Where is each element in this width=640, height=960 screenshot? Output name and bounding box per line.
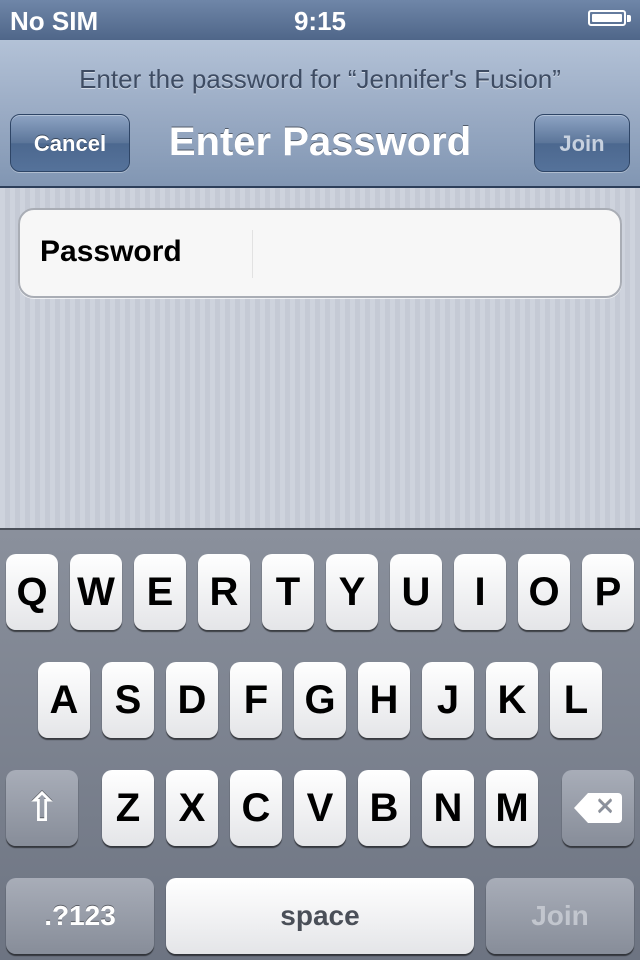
battery-icon [588,10,631,26]
key-k[interactable]: K [486,662,538,738]
key-r[interactable]: R [198,554,250,630]
key-l[interactable]: L [550,662,602,738]
key-g[interactable]: G [294,662,346,738]
main-content: Password [0,188,640,528]
key-v[interactable]: V [294,770,346,846]
key-z[interactable]: Z [102,770,154,846]
backspace-icon: ✕ [574,793,622,823]
key-a[interactable]: A [38,662,90,738]
key-d[interactable]: D [166,662,218,738]
key-o[interactable]: O [518,554,570,630]
shift-key[interactable]: ⇧ [6,770,78,846]
field-divider [252,230,253,278]
key-q[interactable]: Q [6,554,58,630]
key-p[interactable]: P [582,554,634,630]
clock: 9:15 [293,6,347,36]
password-label: Password [40,235,182,268]
key-b[interactable]: B [358,770,410,846]
battery-level [592,14,622,22]
keyboard-join-key[interactable]: Join [486,878,634,954]
status-bar: No SIM 9:15 [0,0,640,40]
join-button[interactable]: Join [534,114,630,172]
password-prompt: Enter the password for “Jennifer's Fusio… [79,64,561,94]
key-c[interactable]: C [230,770,282,846]
key-i[interactable]: I [454,554,506,630]
navigation-bar: Enter the password for “Jennifer's Fusio… [0,40,640,188]
key-n[interactable]: N [422,770,474,846]
key-u[interactable]: U [390,554,442,630]
key-y[interactable]: Y [326,554,378,630]
key-e[interactable]: E [134,554,186,630]
password-field[interactable]: Password [18,208,622,298]
numbers-key[interactable]: .?123 [6,878,154,954]
space-key[interactable]: space [166,878,474,954]
key-f[interactable]: F [230,662,282,738]
shift-icon: ⇧ [25,786,59,830]
key-x[interactable]: X [166,770,218,846]
backspace-key[interactable]: ✕ [562,770,634,846]
key-j[interactable]: J [422,662,474,738]
keyboard: Q W E R T Y U I O P A S D F G H J K L ⇧ … [0,528,640,960]
key-w[interactable]: W [70,554,122,630]
key-m[interactable]: M [486,770,538,846]
key-h[interactable]: H [358,662,410,738]
key-s[interactable]: S [102,662,154,738]
key-t[interactable]: T [262,554,314,630]
